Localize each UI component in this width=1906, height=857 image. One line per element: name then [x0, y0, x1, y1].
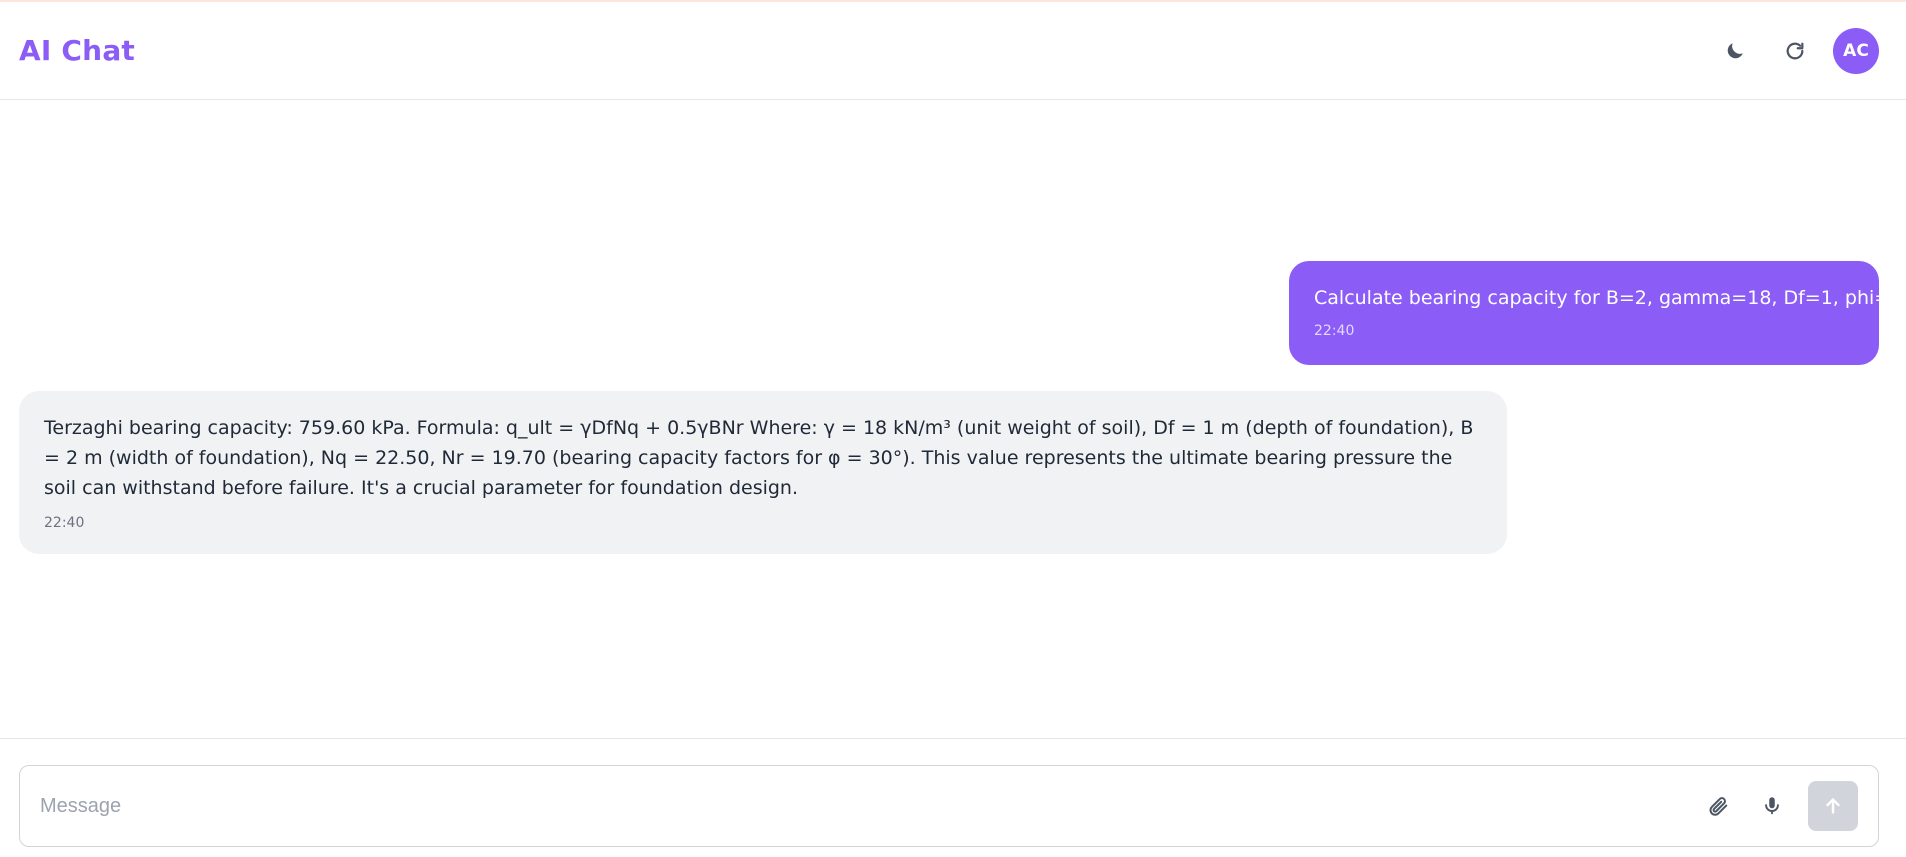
assistant-message-text: Terzaghi bearing capacity: 759.60 kPa. F…	[44, 417, 1474, 499]
message-input[interactable]	[40, 794, 1696, 818]
microphone-icon	[1765, 797, 1779, 815]
app-header: AI Chat AC	[0, 2, 1906, 100]
theme-toggle-button[interactable]	[1713, 29, 1757, 73]
user-message-text: Calculate bearing capacity for B=2, gamm…	[1314, 287, 1906, 309]
refresh-icon	[1786, 42, 1804, 59]
paperclip-icon	[1709, 797, 1728, 816]
moon-icon	[1727, 42, 1743, 58]
app-title: AI Chat	[19, 34, 135, 67]
refresh-button[interactable]	[1773, 29, 1817, 73]
microphone-button[interactable]	[1750, 784, 1794, 828]
user-message-time: 22:40	[1314, 323, 1355, 339]
composer-box	[19, 765, 1879, 847]
attach-button[interactable]	[1696, 784, 1740, 828]
send-button[interactable]	[1808, 781, 1858, 831]
header-actions: AC	[1713, 27, 1879, 74]
assistant-message-bubble: Terzaghi bearing capacity: 759.60 kPa. F…	[19, 391, 1507, 554]
chat-messages: Calculate bearing capacity for B=2, gamm…	[0, 101, 1906, 738]
assistant-message-time: 22:40	[44, 515, 85, 531]
arrow-up-icon	[1826, 798, 1840, 814]
user-message-bubble: Calculate bearing capacity for B=2, gamm…	[1289, 261, 1906, 365]
user-avatar[interactable]: AC	[1833, 27, 1879, 74]
composer-bar	[0, 738, 1906, 857]
